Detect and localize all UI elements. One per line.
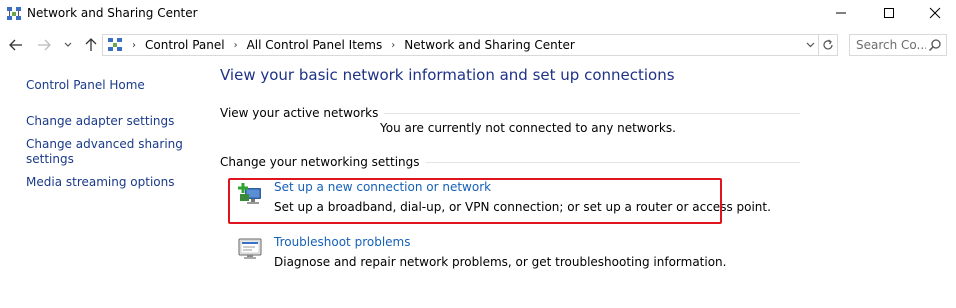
close-icon: [929, 7, 941, 19]
arrow-left-icon: [9, 39, 22, 51]
search-box[interactable]: [849, 34, 947, 56]
arrow-right-icon: [38, 39, 51, 51]
minimize-button[interactable]: [818, 0, 864, 26]
sidebar-item-advanced-sharing[interactable]: Change advanced sharing settings: [26, 137, 186, 167]
troubleshoot-description: Diagnose and repair network problems, or…: [274, 255, 727, 269]
back-button[interactable]: [6, 32, 26, 58]
breadcrumb-network-center[interactable]: Network and Sharing Center: [404, 38, 575, 52]
network-center-icon: [108, 38, 122, 51]
network-center-icon: [7, 7, 21, 20]
chevron-right-icon[interactable]: ›: [391, 40, 395, 51]
change-settings-section: Change your networking settings: [220, 155, 800, 169]
sidebar-item-adapter-settings[interactable]: Change adapter settings: [26, 114, 174, 129]
refresh-button[interactable]: [818, 35, 837, 55]
search-input[interactable]: [856, 38, 926, 52]
breadcrumb-control-panel[interactable]: Control Panel: [145, 38, 225, 52]
chevron-right-icon[interactable]: ›: [234, 40, 238, 51]
minimize-icon: [836, 12, 846, 14]
chevron-down-icon: [64, 42, 72, 47]
change-settings-heading: Change your networking settings: [220, 155, 420, 169]
connection-status-text: You are currently not connected to any n…: [380, 121, 676, 135]
active-networks-section: View your active networks: [220, 106, 800, 120]
active-networks-heading: View your active networks: [220, 106, 379, 120]
recent-locations-button[interactable]: [62, 32, 74, 58]
up-button[interactable]: [82, 32, 100, 58]
page-title: View your basic network information and …: [220, 66, 675, 84]
highlight-box: [228, 178, 722, 224]
refresh-icon: [823, 39, 833, 50]
sidebar-item-control-panel-home[interactable]: Control Panel Home: [26, 78, 145, 93]
divider: [384, 112, 800, 114]
troubleshoot-link[interactable]: Troubleshoot problems: [274, 235, 410, 249]
divider: [425, 161, 800, 163]
chevron-down-icon: [806, 42, 814, 48]
troubleshoot-icon: [238, 238, 262, 259]
maximize-icon: [884, 8, 894, 18]
forward-button[interactable]: [34, 32, 54, 58]
breadcrumb-all-items[interactable]: All Control Panel Items: [247, 38, 383, 52]
address-dropdown-button[interactable]: [803, 35, 817, 55]
search-icon[interactable]: [928, 38, 942, 52]
arrow-up-icon: [85, 38, 97, 51]
chevron-right-icon[interactable]: ›: [132, 40, 136, 51]
title-bar: Network and Sharing Center: [0, 0, 956, 30]
maximize-button[interactable]: [866, 0, 912, 26]
close-button[interactable]: [912, 0, 956, 26]
address-bar[interactable]: › Control Panel › All Control Panel Item…: [102, 34, 838, 56]
navigation-bar: › Control Panel › All Control Panel Item…: [0, 32, 956, 58]
sidebar-item-media-streaming[interactable]: Media streaming options: [26, 175, 174, 190]
window-title: Network and Sharing Center: [27, 6, 198, 20]
